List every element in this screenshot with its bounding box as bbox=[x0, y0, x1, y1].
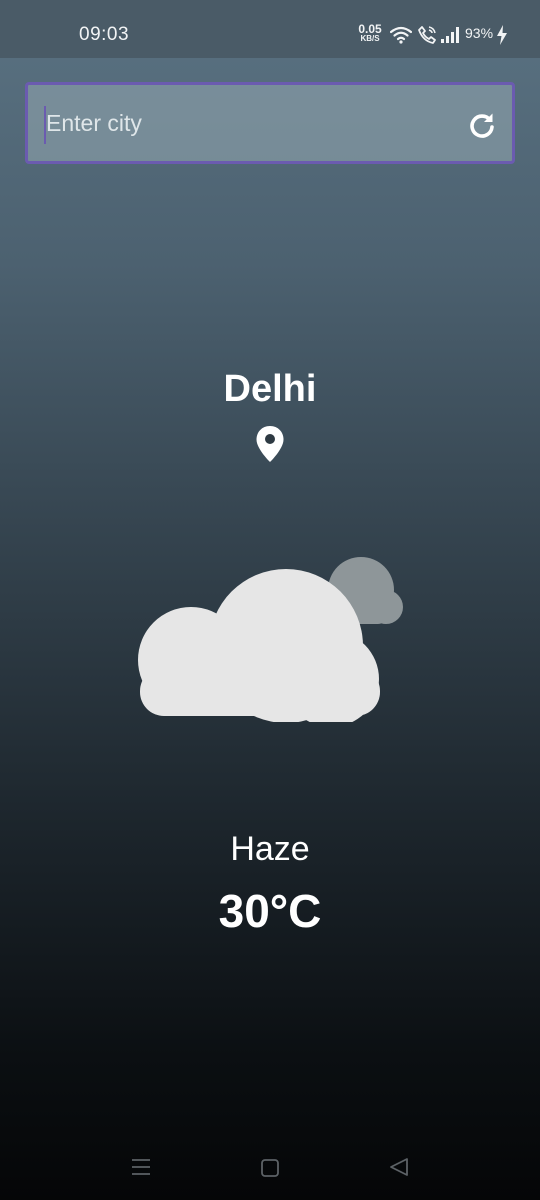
network-speed: 0.05 KB/S bbox=[356, 22, 384, 44]
location-pin-icon bbox=[255, 425, 285, 468]
menu-icon[interactable] bbox=[131, 1157, 151, 1182]
cloudy-icon bbox=[136, 552, 406, 727]
text-caret bbox=[44, 106, 46, 144]
refresh-icon bbox=[470, 113, 494, 138]
weather-condition: Haze bbox=[230, 830, 310, 868]
home-icon[interactable] bbox=[260, 1158, 280, 1183]
network-speed-value: 0.05 bbox=[358, 22, 382, 36]
status-bar: 09:03 0.05 KB/S 93% bbox=[0, 0, 540, 58]
back-icon[interactable] bbox=[388, 1156, 410, 1183]
network-speed-unit: KB/S bbox=[360, 34, 380, 43]
city-search-box[interactable] bbox=[25, 82, 515, 164]
temperature: 30°C bbox=[218, 885, 322, 937]
wifi-icon bbox=[389, 26, 413, 49]
status-time: 09:03 bbox=[79, 24, 130, 45]
charging-icon bbox=[496, 25, 508, 50]
city-name: Delhi bbox=[223, 368, 317, 410]
battery-level: 93% bbox=[465, 25, 494, 41]
city-search-input[interactable] bbox=[42, 99, 442, 147]
refresh-button[interactable] bbox=[466, 109, 498, 141]
signal-icon bbox=[441, 26, 461, 49]
call-icon bbox=[417, 25, 437, 50]
